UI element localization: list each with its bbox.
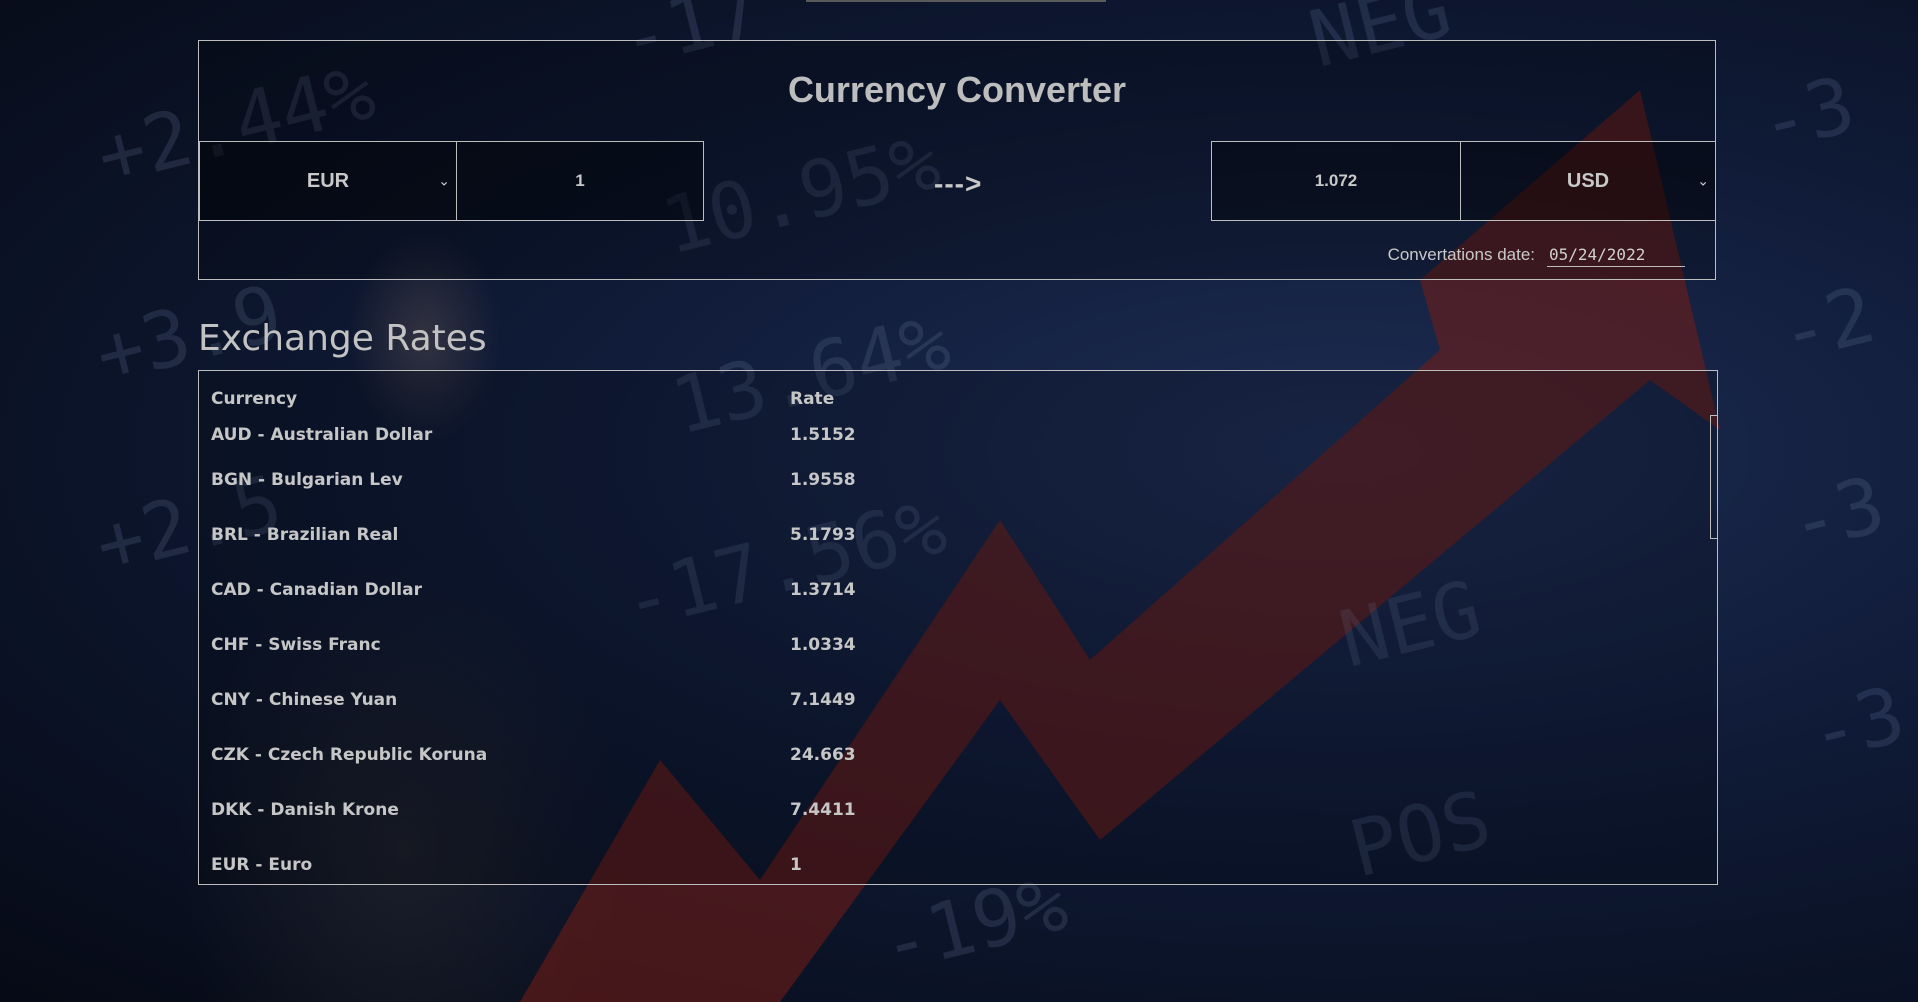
from-amount-input[interactable]: 1 (456, 141, 704, 221)
exchange-rates-panel[interactable]: Currency Rate AUD - Australian Dollar 1.… (198, 370, 1718, 885)
table-header-row: Currency Rate (211, 389, 990, 415)
table-row: BRL - Brazilian Real 5.1793 (211, 525, 990, 580)
currency-cell: CHF - Swiss Franc (211, 635, 381, 655)
from-currency-select[interactable]: EUR ⌄ (199, 141, 457, 221)
currency-cell: AUD - Australian Dollar (211, 425, 433, 445)
table-row: AUD - Australian Dollar 1.5152 (211, 415, 990, 470)
page: +2.44% 10.95% -17 NEG +3.9 13.64% +2.5 -… (0, 0, 1918, 1002)
currency-cell: BRL - Brazilian Real (211, 525, 399, 545)
column-header-rate: Rate (790, 389, 835, 409)
rate-cell: 1.0334 (790, 635, 856, 655)
currency-cell: CNY - Chinese Yuan (211, 690, 398, 710)
conversion-date-input[interactable] (1547, 243, 1685, 267)
rate-cell: 7.1449 (790, 690, 856, 710)
rate-cell: 7.4411 (790, 800, 856, 820)
from-amount-value: 1 (575, 171, 585, 190)
currency-cell: CZK - Czech Republic Koruna (211, 745, 488, 765)
rate-cell: 1.9558 (790, 470, 856, 490)
rate-cell: 1.3714 (790, 580, 856, 600)
scrollbar-thumb[interactable] (1710, 415, 1717, 539)
table-row: CZK - Czech Republic Koruna 24.663 (211, 745, 990, 800)
chevron-down-icon: ⌄ (1697, 172, 1709, 189)
rate-cell: 24.663 (790, 745, 856, 765)
currency-cell: EUR - Euro (211, 855, 313, 875)
table-row: CAD - Canadian Dollar 1.3714 (211, 580, 990, 635)
exchange-rates-heading: Exchange Rates (198, 318, 487, 359)
rate-cell: 5.1793 (790, 525, 856, 545)
from-currency-value: EUR (306, 169, 350, 192)
currency-cell: BGN - Bulgarian Lev (211, 470, 403, 490)
table-row: EUR - Euro 1 (211, 855, 990, 884)
currency-converter-card: Currency Converter EUR ⌄ 1 ---> 1.072 US… (198, 40, 1716, 280)
exchange-rates-table: Currency Rate AUD - Australian Dollar 1.… (211, 389, 990, 884)
column-header-currency: Currency (211, 389, 298, 409)
table-row: CHF - Swiss Franc 1.0334 (211, 635, 990, 690)
to-currency-value: USD (1566, 169, 1610, 192)
table-row: BGN - Bulgarian Lev 1.9558 (211, 470, 990, 525)
convert-arrow: ---> (934, 168, 983, 199)
to-currency-select[interactable]: USD ⌄ (1460, 141, 1716, 221)
chevron-down-icon: ⌄ (438, 172, 450, 189)
to-amount-output[interactable]: 1.072 (1211, 141, 1461, 221)
currency-cell: CAD - Canadian Dollar (211, 580, 422, 600)
conversion-date-label: Convertations date: (1387, 245, 1535, 264)
rate-cell: 1 (790, 855, 802, 875)
rate-cell: 1.5152 (790, 425, 856, 445)
converter-title: Currency Converter (787, 69, 1127, 110)
currency-cell: DKK - Danish Krone (211, 800, 399, 820)
to-amount-value: 1.072 (1314, 171, 1358, 190)
table-row: DKK - Danish Krone 7.4411 (211, 800, 990, 855)
table-row: CNY - Chinese Yuan 7.1449 (211, 690, 990, 745)
top-tab-indicator (806, 0, 1106, 2)
